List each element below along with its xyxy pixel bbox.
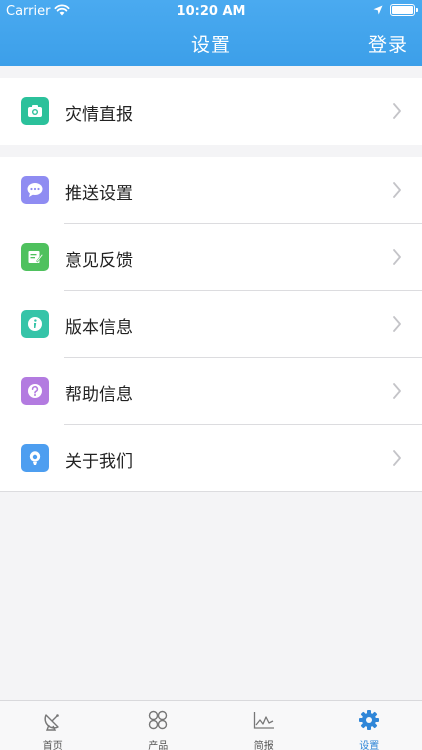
status-bar: Carrier 10:20 AM xyxy=(0,0,422,22)
chevron-right-icon xyxy=(393,316,401,332)
chevron-right-icon xyxy=(393,103,401,119)
feedback-edit-icon xyxy=(21,243,49,271)
login-button[interactable]: 登录 xyxy=(368,30,408,57)
page-title: 设置 xyxy=(190,34,231,56)
settings-row-about-us[interactable]: 关于我们 xyxy=(0,425,422,492)
tab-label: 产品 xyxy=(148,741,169,750)
tab-products[interactable]: 产品 xyxy=(106,701,212,750)
satellite-dish-icon xyxy=(44,714,59,731)
chat-bubble-icon xyxy=(21,176,49,204)
settings-row-label: 推送设置 xyxy=(65,184,133,204)
settings-row-version-info[interactable]: 版本信息 xyxy=(0,291,422,358)
grid-products-icon xyxy=(149,710,168,730)
settings-row-disaster-report[interactable]: 灾情直报 xyxy=(0,78,422,145)
gear-icon xyxy=(359,710,380,730)
row-divider xyxy=(0,491,422,492)
tab-bar: 首页 产品 简报 设置 xyxy=(0,700,422,750)
help-question-icon xyxy=(21,377,49,405)
settings-row-label: 帮助信息 xyxy=(65,385,133,405)
chevron-right-icon xyxy=(393,249,401,265)
settings-row-feedback[interactable]: 意见反馈 xyxy=(0,224,422,291)
navigation-bar: Carrier 10:20 AM 设置 登录 xyxy=(0,0,422,66)
tab-label: 首页 xyxy=(42,741,63,750)
settings-group-report: 灾情直报 xyxy=(0,78,422,145)
info-icon xyxy=(21,310,49,338)
settings-row-label: 关于我们 xyxy=(65,452,133,472)
tab-home[interactable]: 首页 xyxy=(0,701,106,750)
battery-icon xyxy=(390,4,418,16)
location-arrow-icon xyxy=(373,5,383,15)
person-about-icon xyxy=(21,444,49,472)
line-chart-icon xyxy=(253,712,274,729)
chevron-right-icon xyxy=(393,383,401,399)
chevron-right-icon xyxy=(393,450,401,466)
settings-row-label: 灾情直报 xyxy=(65,105,133,125)
tab-label: 设置 xyxy=(359,741,380,750)
settings-row-push-settings[interactable]: 推送设置 xyxy=(0,157,422,224)
settings-group-general: 推送设置 意见反馈 版本信息 帮助信息 关于我们 xyxy=(0,157,422,492)
settings-row-label: 意见反馈 xyxy=(65,251,133,271)
settings-row-help-info[interactable]: 帮助信息 xyxy=(0,358,422,425)
camera-icon xyxy=(21,97,49,125)
tab-settings[interactable]: 设置 xyxy=(317,701,422,750)
tab-label: 简报 xyxy=(253,741,274,750)
status-time: 10:20 AM xyxy=(176,4,246,19)
tab-briefing[interactable]: 简报 xyxy=(211,701,317,750)
settings-row-label: 版本信息 xyxy=(65,318,133,338)
chevron-right-icon xyxy=(393,182,401,198)
